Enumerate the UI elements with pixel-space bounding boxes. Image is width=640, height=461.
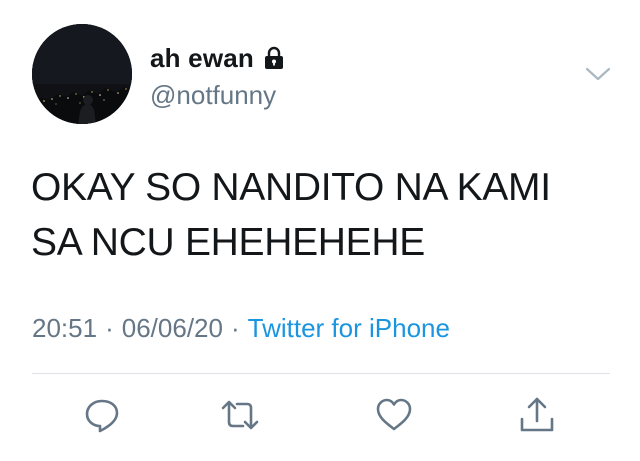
tweet-meta: 20:51 · 06/06/20 · Twitter for iPhone <box>32 313 450 344</box>
divider <box>32 373 610 374</box>
meta-separator: · <box>105 313 114 343</box>
display-name[interactable]: ah ewan <box>150 43 254 74</box>
tweet-date[interactable]: 06/06/20 <box>122 313 223 343</box>
heart-icon <box>374 395 414 440</box>
tweet-source-link[interactable]: Twitter for iPhone <box>248 313 450 343</box>
tweet-text-line: OKAY SO NANDITO NA KAMI <box>31 166 551 209</box>
share-icon <box>517 395 557 440</box>
lock-icon <box>264 46 284 70</box>
user-handle[interactable]: @notfunny <box>150 80 276 111</box>
like-button[interactable] <box>372 395 416 439</box>
chevron-down-icon[interactable] <box>584 64 612 84</box>
tweet-text-line: SA NCU EHEHEHEHE <box>31 221 425 264</box>
action-bar <box>0 395 640 439</box>
night-city-avatar-icon <box>32 24 132 124</box>
retweet-icon <box>219 395 261 440</box>
retweet-button[interactable] <box>218 395 262 439</box>
display-name-row: ah ewan <box>150 40 284 76</box>
reply-button[interactable] <box>80 395 124 439</box>
tweet-time[interactable]: 20:51 <box>32 313 97 343</box>
avatar[interactable] <box>32 24 132 124</box>
share-button[interactable] <box>515 395 559 439</box>
reply-icon <box>82 395 122 440</box>
meta-separator: · <box>230 313 240 343</box>
tweet-text: OKAY SO NANDITO NA KAMI SA NCU EHEHEHEHE <box>31 160 611 270</box>
tweet-card: ah ewan @notfunny OKAY SO NANDITO NA KAM… <box>0 0 640 461</box>
